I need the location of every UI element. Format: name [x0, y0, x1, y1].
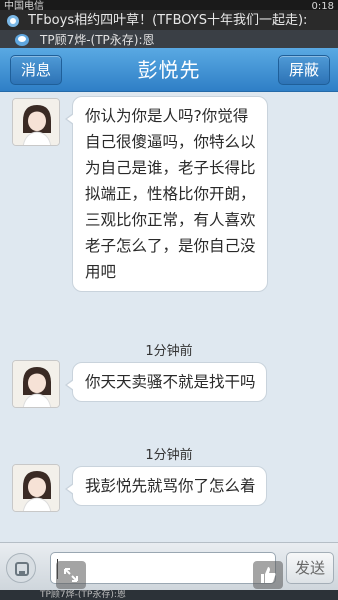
message-bubble[interactable]: 你认为你是人吗?你觉得自己很傻逼吗，你特么以为自己是谁，老子长得比拟端正，性格比… [65, 96, 268, 292]
avatar[interactable] [12, 360, 60, 408]
send-button[interactable]: 发送 [286, 552, 334, 584]
plus-button[interactable] [6, 553, 36, 583]
message-bubble[interactable]: 你天天卖骚不就是找干吗 [65, 362, 267, 402]
thumbs-up-icon [261, 567, 276, 583]
like-button[interactable] [253, 561, 283, 589]
timestamp: 1分钟前 [145, 344, 193, 359]
notification-text: TP顾7烨-(TP永存):恩 [40, 33, 155, 47]
chat-area[interactable]: 你认为你是人吗?你觉得自己很傻逼吗，你特么以为自己是谁，老子长得比拟端正，性格比… [0, 92, 338, 542]
avatar[interactable] [12, 98, 60, 146]
notification-item[interactable]: TP顾7烨-(TP永存):恩 [0, 30, 338, 50]
notification-item[interactable]: TFboys相约四叶草！(TFBOYS十年我们一起走): [0, 10, 338, 32]
expand-icon [64, 568, 78, 582]
timestamp: 1分钟前 [145, 448, 193, 463]
title-bar: 消息 彭悦先 屏蔽 [0, 48, 338, 92]
message-bubble[interactable]: 我彭悦先就骂你了怎么着 [65, 466, 267, 506]
message-text: 你天天卖骚不就是找干吗 [85, 373, 256, 391]
notification-text: TFboys相约四叶草！(TFBOYS十年我们一起走): [28, 13, 308, 28]
message-text: 我彭悦先就骂你了怎么着 [85, 477, 256, 495]
plus-icon [15, 562, 29, 576]
bottom-notification: TP顾7烨-(TP永存):恩 [0, 590, 338, 600]
message-text: 你认为你是人吗?你觉得自己很傻逼吗，你特么以为自己是谁，老子长得比拟端正，性格比… [85, 107, 256, 281]
avatar[interactable] [12, 464, 60, 512]
input-bar: 发送 [0, 542, 338, 590]
block-button[interactable]: 屏蔽 [277, 55, 330, 85]
expand-button[interactable] [56, 561, 86, 589]
